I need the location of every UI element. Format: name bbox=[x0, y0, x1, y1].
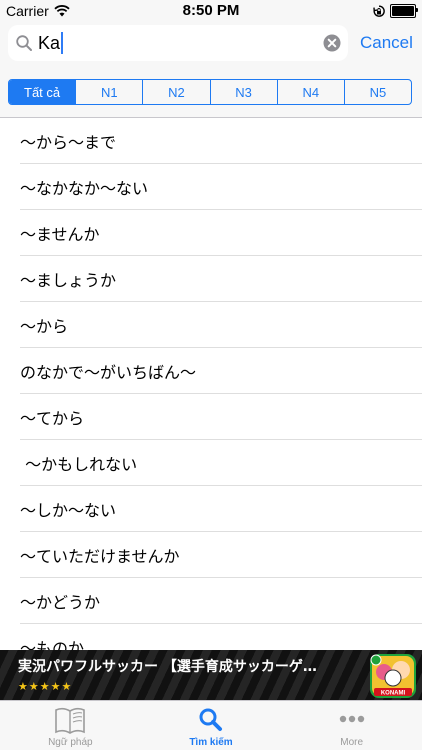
ad-icon-label: KONAMI bbox=[381, 691, 406, 697]
book-icon bbox=[55, 707, 86, 734]
status-right bbox=[373, 4, 418, 18]
list-item[interactable]: ～かもしれない bbox=[20, 440, 422, 486]
cancel-button[interactable]: Cancel bbox=[360, 33, 413, 53]
text-cursor bbox=[61, 32, 64, 54]
list-item[interactable]: ～から bbox=[20, 302, 422, 348]
tab-bar: Ngữ pháp Tìm kiếm More bbox=[0, 700, 422, 750]
list-item[interactable]: ～かどうか bbox=[20, 578, 422, 624]
list-item[interactable]: ～てから bbox=[20, 394, 422, 440]
clear-icon[interactable] bbox=[323, 34, 341, 52]
tab-grammar[interactable]: Ngữ pháp bbox=[0, 701, 141, 750]
search-icon bbox=[16, 35, 32, 51]
tab-search-label: Tìm kiếm bbox=[189, 737, 233, 748]
ad-rating: ★★★★★ bbox=[18, 680, 73, 693]
filter-all[interactable]: Tất cả bbox=[9, 80, 76, 104]
status-bar: Carrier 8:50 PM bbox=[0, 0, 422, 22]
filter-n1[interactable]: N1 bbox=[75, 80, 142, 104]
konami-app-icon[interactable]: KONAMI bbox=[368, 652, 418, 700]
list-item[interactable]: ～ましょうか bbox=[20, 256, 422, 302]
list-item[interactable]: ～ものか bbox=[20, 624, 422, 651]
search-icon bbox=[199, 708, 222, 731]
status-time: 8:50 PM bbox=[182, 2, 240, 19]
list-item[interactable]: ～から～まで bbox=[20, 118, 422, 164]
search-header: Ka Cancel Tất cả N1 N2 N3 N4 N5 bbox=[0, 22, 422, 118]
list-item[interactable]: ～しか～ない bbox=[20, 486, 422, 532]
filter-n2[interactable]: N2 bbox=[142, 80, 209, 104]
tab-search[interactable]: Tìm kiếm bbox=[141, 701, 282, 750]
list-item[interactable]: ～ませんか bbox=[20, 210, 422, 256]
filter-n3[interactable]: N3 bbox=[209, 80, 277, 104]
level-filter: Tất cả N1 N2 N3 N4 N5 bbox=[8, 79, 412, 105]
tab-more[interactable]: More bbox=[281, 701, 422, 750]
tab-more-label: More bbox=[340, 737, 364, 748]
filter-n5[interactable]: N5 bbox=[343, 80, 411, 104]
search-query: Ka bbox=[38, 32, 61, 53]
tab-grammar-label: Ngữ pháp bbox=[48, 737, 93, 748]
search-field[interactable]: Ka bbox=[8, 25, 348, 61]
filter-n4[interactable]: N4 bbox=[276, 80, 344, 104]
battery-icon bbox=[390, 4, 418, 18]
ad-banner[interactable]: 実況パワフルサッカー 【選手育成サッカーゲ… ★★★★★ bbox=[0, 650, 422, 700]
result-list[interactable]: ～から～まで ～なかなか～ない ～ませんか ～ましょうか ～から のなかで～がい… bbox=[0, 118, 422, 650]
battery-fill bbox=[392, 6, 414, 16]
list-item[interactable]: のなかで～がいちばん～ bbox=[20, 348, 422, 394]
list-item[interactable]: ～ていただけませんか bbox=[20, 532, 422, 578]
search-input[interactable]: Ka bbox=[38, 32, 64, 54]
rotation-lock-icon bbox=[373, 4, 385, 17]
list-item[interactable]: ～なかなか～ない bbox=[20, 164, 422, 210]
more-icon bbox=[339, 715, 364, 723]
ad-title: 実況パワフルサッカー 【選手育成サッカーゲ… bbox=[18, 659, 317, 675]
